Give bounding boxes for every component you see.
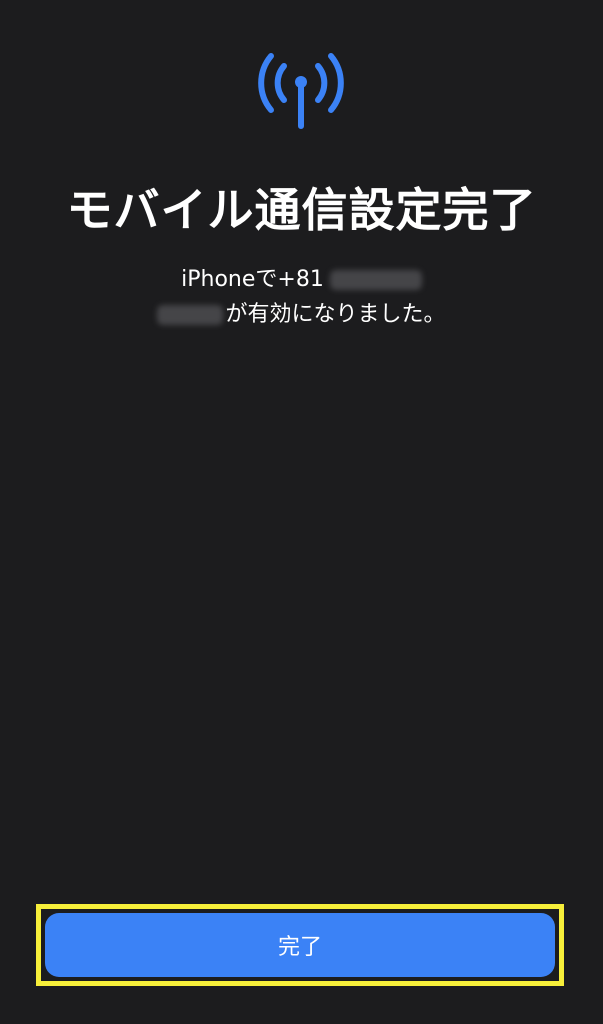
description-phone-prefix: iPhoneで+81 <box>181 267 324 292</box>
activation-description: iPhoneで+81 が有効になりました。 <box>0 262 603 332</box>
description-line-2: が有効になりました。 <box>0 297 603 332</box>
description-activated-text: が有効になりました。 <box>225 302 446 327</box>
description-line-1: iPhoneで+81 <box>0 262 603 297</box>
cellular-setup-complete-screen: モバイル通信設定完了 iPhoneで+81 が有効になりました。 完了 <box>0 0 603 1024</box>
page-title: モバイル通信設定完了 <box>66 183 537 237</box>
done-button[interactable]: 完了 <box>36 904 564 986</box>
done-button-label: 完了 <box>45 913 555 977</box>
redacted-phone-number <box>329 270 422 290</box>
antenna-signal-icon <box>251 48 351 132</box>
redacted-phone-number <box>157 305 224 325</box>
